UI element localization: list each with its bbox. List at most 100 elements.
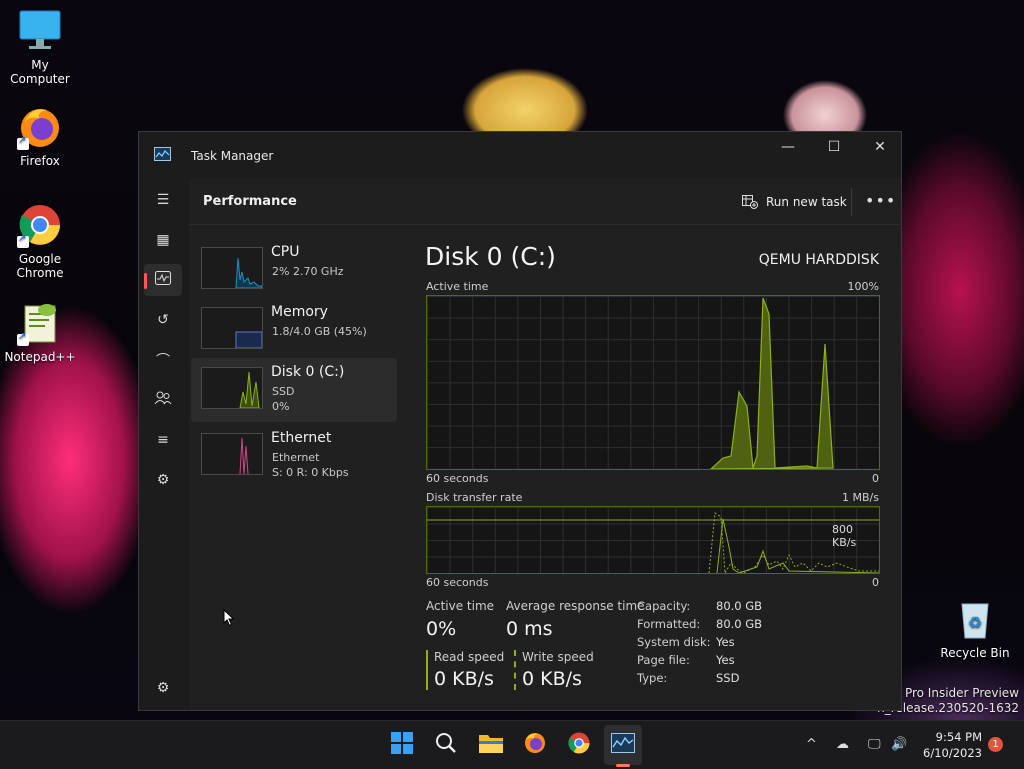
device-ethernet[interactable]: Ethernet Ethernet S: 0 R: 0 Kbps xyxy=(191,424,397,488)
startup-apps-icon: ⌒ xyxy=(156,353,170,369)
desktop-icon-label: Recycle Bin xyxy=(940,646,1010,660)
onedrive-tray-button[interactable]: ☁ xyxy=(836,737,849,752)
minimize-button[interactable]: — xyxy=(765,132,811,162)
memory-thumbnail-graph xyxy=(201,307,263,349)
property-row: Page file: Yes xyxy=(637,651,762,669)
nav-processes[interactable]: ▦ xyxy=(144,224,182,256)
desktop-icon-notepad-plus-plus[interactable]: Notepad++ xyxy=(0,300,80,364)
transfer-rate-graph-label: Disk transfer rate xyxy=(426,491,523,504)
active-time-value: 0% xyxy=(426,618,457,640)
property-key: System disk: xyxy=(637,635,711,649)
navigation-rail: ☰ ▦ ↺ ⌒ ≡ ⚙ ⚙ xyxy=(139,178,189,710)
performance-content: Performance Run new task ••• CPU 2% 2.70… xyxy=(189,178,901,710)
desktop-icon-label: Google Chrome xyxy=(16,252,64,280)
device-name: CPU xyxy=(271,244,300,260)
nav-performance[interactable] xyxy=(144,264,182,296)
property-key: Page file: xyxy=(637,653,690,667)
property-value: 80.0 GB xyxy=(716,617,763,631)
page-title: Performance xyxy=(203,194,297,209)
write-speed-indicator xyxy=(514,650,516,690)
transfer-rate-graph: 800 KB/s xyxy=(426,506,880,574)
taskbar-chrome[interactable] xyxy=(565,731,593,759)
read-speed-value: 0 KB/s xyxy=(434,668,494,690)
taskbar-file-explorer[interactable] xyxy=(477,731,505,759)
desktop-icon-firefox[interactable]: Firefox xyxy=(0,104,80,168)
notepad-plus-plus-icon xyxy=(17,300,63,346)
device-cpu[interactable]: CPU 2% 2.70 GHz xyxy=(191,238,397,302)
clock-date: 6/10/2023 xyxy=(923,746,982,760)
nav-startup-apps[interactable]: ⌒ xyxy=(144,344,182,376)
mouse-cursor xyxy=(223,608,235,631)
ethernet-thumbnail-graph xyxy=(201,433,263,475)
device-name: Disk 0 (C:) xyxy=(271,364,345,380)
disk-title: Disk 0 (C:) xyxy=(425,242,556,271)
clock-time: 9:54 PM xyxy=(935,730,982,744)
nav-app-history[interactable]: ↺ xyxy=(144,304,182,336)
nav-settings[interactable]: ⚙ xyxy=(144,672,182,704)
desktop-icon-my-computer[interactable]: My Computer xyxy=(0,8,80,86)
volume-tray-button[interactable]: 🔊 xyxy=(891,737,907,752)
taskbar-clock[interactable]: 9:54 PM 6/10/2023 xyxy=(920,729,982,761)
desktop-icon-label: Notepad++ xyxy=(4,350,76,364)
property-row: Capacity: 80.0 GB xyxy=(637,597,762,615)
settings-gear-icon: ⚙ xyxy=(156,680,170,696)
hamburger-menu-icon: ☰ xyxy=(156,192,170,208)
nav-details[interactable]: ≡ xyxy=(144,424,182,456)
cloud-icon: ☁ xyxy=(836,737,849,752)
transfer-rate-graph-x-label: 60 seconds xyxy=(426,576,489,589)
device-detail: 2% 2.70 GHz xyxy=(272,265,344,278)
processes-icon: ▦ xyxy=(156,232,170,248)
recycle-bin-icon: ♻ xyxy=(952,596,998,642)
active-time-graph xyxy=(426,295,880,470)
write-speed-value: 0 KB/s xyxy=(522,668,582,690)
show-hidden-icons-button[interactable]: ^ xyxy=(806,737,817,752)
close-button[interactable]: ✕ xyxy=(857,132,903,162)
folder-icon xyxy=(478,732,504,758)
task-manager-app-icon xyxy=(154,146,171,161)
read-speed-label: Read speed xyxy=(434,650,505,664)
windows-logo-icon xyxy=(390,731,414,759)
transfer-rate-graph-max: 1 MB/s xyxy=(842,491,879,504)
taskbar-search-button[interactable] xyxy=(432,731,460,759)
notification-badge[interactable]: 1 xyxy=(988,737,1003,752)
property-value: Yes xyxy=(716,653,735,667)
maximize-button[interactable]: ☐ xyxy=(811,132,857,162)
avg-response-time-label: Average response time xyxy=(506,599,645,613)
start-button[interactable] xyxy=(388,731,416,759)
nav-services[interactable]: ⚙ xyxy=(144,464,182,496)
taskbar-task-manager[interactable] xyxy=(609,731,637,759)
monitor-icon xyxy=(17,8,63,54)
disk-detail-pane: Disk 0 (C:) QEMU HARDDISK Active time 10… xyxy=(425,178,901,710)
property-key: Capacity: xyxy=(637,599,691,613)
property-value: Yes xyxy=(716,635,735,649)
close-icon: ✕ xyxy=(874,139,886,155)
watermark-edition: 11 Pro Insider Preview xyxy=(885,686,1019,700)
device-memory[interactable]: Memory 1.8/4.0 GB (45%) xyxy=(191,298,397,362)
taskbar-active-indicator xyxy=(616,764,630,767)
active-time-graph-label: Active time xyxy=(426,280,489,293)
property-value: SSD xyxy=(716,671,740,685)
transfer-rate-graph-min: 0 xyxy=(872,576,879,589)
volume-icon: 🔊 xyxy=(891,737,908,752)
title-bar[interactable]: Task Manager — ☐ ✕ xyxy=(139,132,901,178)
nav-hamburger-button[interactable]: ☰ xyxy=(144,184,182,216)
desktop-icon-google-chrome[interactable]: Google Chrome xyxy=(0,202,80,280)
disk-thumbnail-graph xyxy=(201,367,263,409)
cpu-thumbnail-graph xyxy=(201,247,263,289)
network-tray-button[interactable]: 🖵 xyxy=(868,737,881,752)
property-row: Type: SSD xyxy=(637,669,762,687)
desktop-icon-label: Firefox xyxy=(20,154,60,168)
device-detail: SSD xyxy=(272,385,295,398)
details-icon: ≡ xyxy=(157,432,169,448)
nav-users[interactable] xyxy=(144,384,182,416)
taskbar-firefox[interactable] xyxy=(521,731,549,759)
minimize-icon: — xyxy=(781,139,795,155)
task-manager-window: Task Manager — ☐ ✕ ☰ ▦ ↺ ⌒ ≡ ⚙ ⚙ Perform… xyxy=(138,131,902,711)
device-disk-0[interactable]: Disk 0 (C:) SSD 0% xyxy=(191,358,397,422)
property-value: 80.0 GB xyxy=(716,599,763,613)
network-icon: 🖵 xyxy=(868,737,881,752)
property-key: Type: xyxy=(637,671,668,685)
desktop-icon-recycle-bin[interactable]: ♻ Recycle Bin xyxy=(935,596,1015,660)
active-time-graph-x-label: 60 seconds xyxy=(426,472,489,485)
active-time-label: Active time xyxy=(426,599,495,613)
